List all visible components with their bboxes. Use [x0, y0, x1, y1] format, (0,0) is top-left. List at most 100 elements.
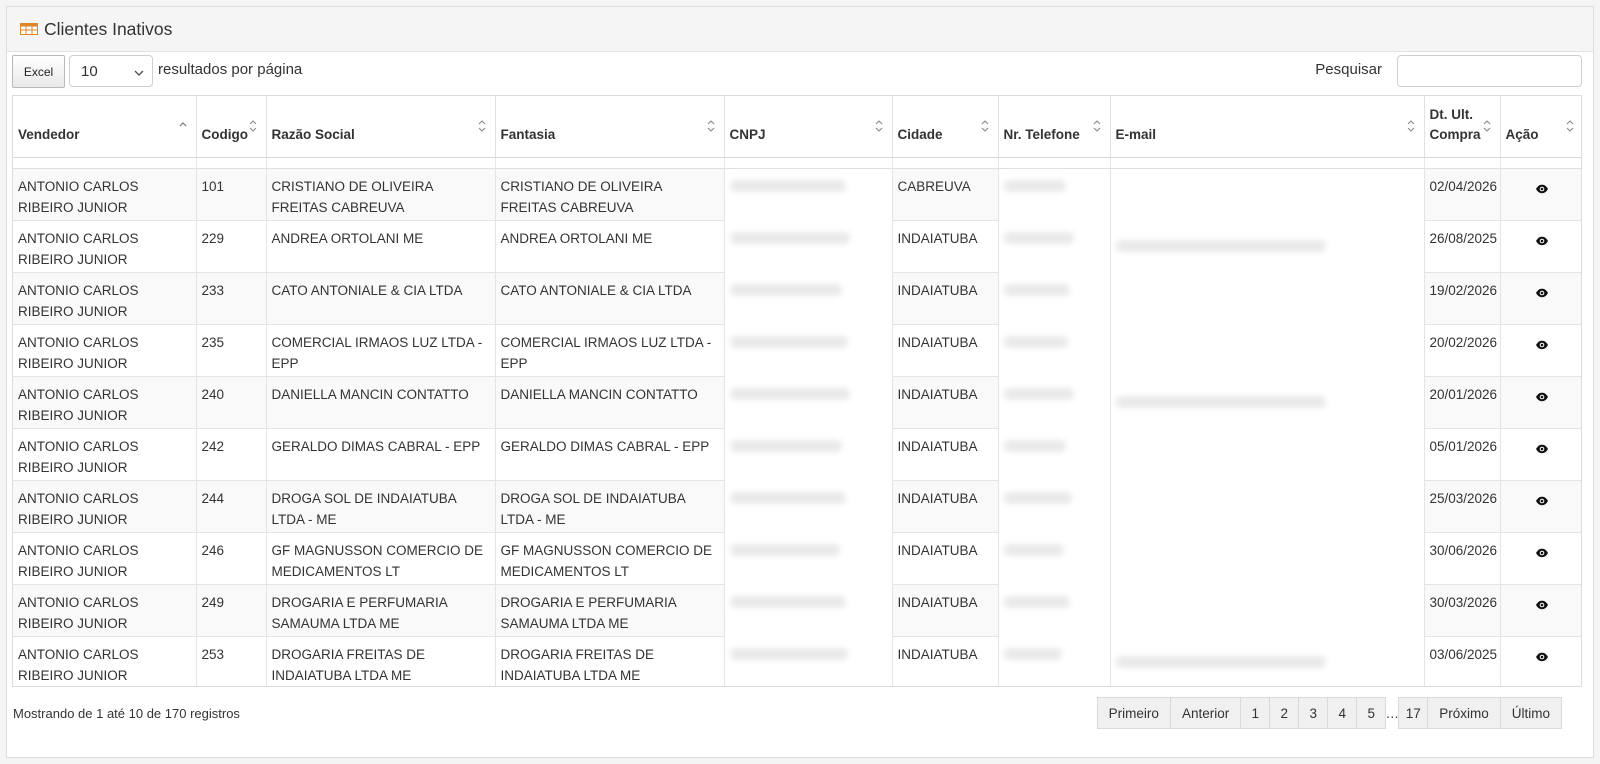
redacted-text — [1003, 387, 1074, 400]
cell-fantasia: CATO ANTONIALE & CIA LTDA — [495, 272, 725, 325]
panel-title: Clientes Inativos — [44, 18, 173, 39]
table-header-row: Vendedor Codigo Razão Social Fantasia CN… — [13, 96, 1581, 158]
eye-icon[interactable] — [1535, 231, 1549, 252]
cell-dt-ult-compra: 30/03/2026 — [1424, 584, 1501, 637]
eye-icon[interactable] — [1535, 491, 1549, 512]
col-header-vendedor[interactable]: Vendedor — [13, 96, 197, 158]
cell-codigo: 233 — [196, 272, 267, 325]
eye-icon[interactable] — [1535, 335, 1549, 356]
cell-cidade: INDAIATUBA — [892, 584, 999, 637]
cell-telefone-redacted — [998, 584, 1111, 636]
cell-dt-ult-compra: 26/08/2025 — [1424, 220, 1501, 273]
eye-icon[interactable] — [1535, 595, 1549, 616]
table-row: ANTONIO CARLOS RIBEIRO JUNIOR 249 DROGARIA… — [13, 584, 1581, 637]
cell-razao-social: DANIELLA MANCIN CONTATTO — [266, 376, 496, 429]
eye-icon[interactable] — [1535, 283, 1549, 304]
cell-razao-social: GF MAGNUSSON COMERCIO DE MEDICAMENTOS LT — [266, 532, 496, 585]
redacted-text — [1003, 231, 1074, 244]
redacted-text — [1115, 655, 1326, 668]
cell-dt-ult-compra: 19/02/2026 — [1424, 272, 1501, 325]
redacted-text — [729, 543, 840, 556]
cell-email-redacted — [1110, 272, 1425, 324]
col-header-cnpj[interactable]: CNPJ — [724, 96, 893, 158]
eye-icon[interactable] — [1535, 179, 1549, 200]
cell-cnpj-redacted — [724, 272, 893, 324]
cell-vendedor: ANTONIO CARLOS RIBEIRO JUNIOR — [13, 168, 197, 221]
sort-icon — [1482, 118, 1492, 134]
search-input[interactable] — [1397, 55, 1582, 87]
eye-icon[interactable] — [1535, 439, 1549, 460]
sort-icon — [477, 118, 487, 134]
excel-export-button[interactable]: Excel — [12, 55, 65, 88]
table-row: ANTONIO CARLOS RIBEIRO JUNIOR 244 DROGA SO… — [13, 480, 1581, 533]
cell-telefone-redacted — [998, 428, 1111, 480]
cell-email-redacted — [1110, 324, 1425, 376]
cell-telefone-redacted — [998, 324, 1111, 376]
page-prev-button[interactable]: Anterior — [1169, 697, 1242, 729]
redacted-text — [729, 387, 850, 400]
cell-vendedor: ANTONIO CARLOS RIBEIRO JUNIOR — [13, 532, 197, 585]
col-header-razao-social[interactable]: Razão Social — [266, 96, 496, 158]
table-row: ANTONIO CARLOS RIBEIRO JUNIOR 240 DANIELLA… — [13, 376, 1581, 429]
redacted-text — [1003, 491, 1072, 504]
page-last-button[interactable]: Último — [1499, 697, 1562, 729]
col-header-fantasia[interactable]: Fantasia — [495, 96, 725, 158]
cell-cidade: CABREUVA — [892, 168, 999, 221]
page-button-3[interactable]: 3 — [1298, 697, 1329, 729]
cell-codigo: 101 — [196, 168, 267, 221]
cell-email-redacted — [1110, 480, 1425, 532]
col-header-telefone[interactable]: Nr. Telefone — [998, 96, 1111, 158]
cell-email-redacted — [1110, 636, 1425, 686]
cell-fantasia: DANIELLA MANCIN CONTATTO — [495, 376, 725, 429]
clients-table: Vendedor Codigo Razão Social Fantasia CN… — [13, 96, 1581, 686]
col-header-codigo[interactable]: Codigo — [196, 96, 267, 158]
cell-acao — [1500, 480, 1581, 533]
cell-vendedor: ANTONIO CARLOS RIBEIRO JUNIOR — [13, 636, 197, 686]
cell-cnpj-redacted — [724, 532, 893, 584]
cell-codigo: 235 — [196, 324, 267, 377]
page-ellipsis: … — [1385, 705, 1399, 721]
table-spacer-row — [13, 157, 1581, 169]
page-length-select[interactable]: 10 — [69, 55, 153, 87]
cell-razao-social: DROGARIA E PERFUMARIA SAMAUMA LTDA ME — [266, 584, 496, 637]
page-button-1[interactable]: 1 — [1240, 697, 1271, 729]
cell-fantasia: CRISTIANO DE OLIVEIRA FREITAS CABREUVA — [495, 168, 725, 221]
page-button-4[interactable]: 4 — [1327, 697, 1358, 729]
redacted-text — [729, 491, 846, 504]
cell-acao — [1500, 324, 1581, 377]
eye-icon[interactable] — [1535, 387, 1549, 408]
cell-cnpj-redacted — [724, 428, 893, 480]
cell-fantasia: GF MAGNUSSON COMERCIO DE MEDICAMENTOS LT — [495, 532, 725, 585]
cell-email-redacted — [1110, 584, 1425, 636]
per-page-label: resultados por página — [158, 61, 303, 78]
cell-fantasia: COMERCIAL IRMAOS LUZ LTDA - EPP — [495, 324, 725, 377]
page-first-button[interactable]: Primeiro — [1096, 697, 1171, 729]
cell-cnpj-redacted — [724, 220, 893, 272]
sort-icon — [1092, 118, 1102, 134]
page-next-button[interactable]: Próximo — [1427, 697, 1501, 729]
table-info: Mostrando de 1 até 10 de 170 registros — [13, 706, 240, 721]
redacted-text — [729, 647, 848, 660]
redacted-text — [1115, 395, 1326, 408]
redacted-text — [729, 179, 846, 192]
cell-telefone-redacted — [998, 532, 1111, 584]
cell-vendedor: ANTONIO CARLOS RIBEIRO JUNIOR — [13, 428, 197, 481]
cell-email-redacted — [1110, 532, 1425, 584]
page-button-2[interactable]: 2 — [1269, 697, 1300, 729]
col-header-dt-ult-compra[interactable]: Dt. Ult. Compra — [1424, 96, 1501, 158]
page-length-value: 10 — [81, 62, 98, 80]
table-body: ANTONIO CARLOS RIBEIRO JUNIOR 101 CRISTIAN… — [13, 157, 1581, 686]
cell-acao — [1500, 220, 1581, 273]
eye-icon[interactable] — [1535, 543, 1549, 564]
col-header-acao[interactable]: Ação — [1500, 96, 1581, 158]
panel-header: Clientes Inativos — [7, 7, 1593, 52]
redacted-text — [729, 231, 850, 244]
col-header-cidade[interactable]: Cidade — [892, 96, 999, 158]
cell-dt-ult-compra: 30/06/2026 — [1424, 532, 1501, 585]
page-button-5[interactable]: 5 — [1356, 697, 1387, 729]
col-header-email[interactable]: E-mail — [1110, 96, 1425, 158]
cell-cidade: INDAIATUBA — [892, 428, 999, 481]
page-button-17[interactable]: 17 — [1398, 697, 1429, 729]
cell-acao — [1500, 532, 1581, 585]
eye-icon[interactable] — [1535, 647, 1549, 668]
